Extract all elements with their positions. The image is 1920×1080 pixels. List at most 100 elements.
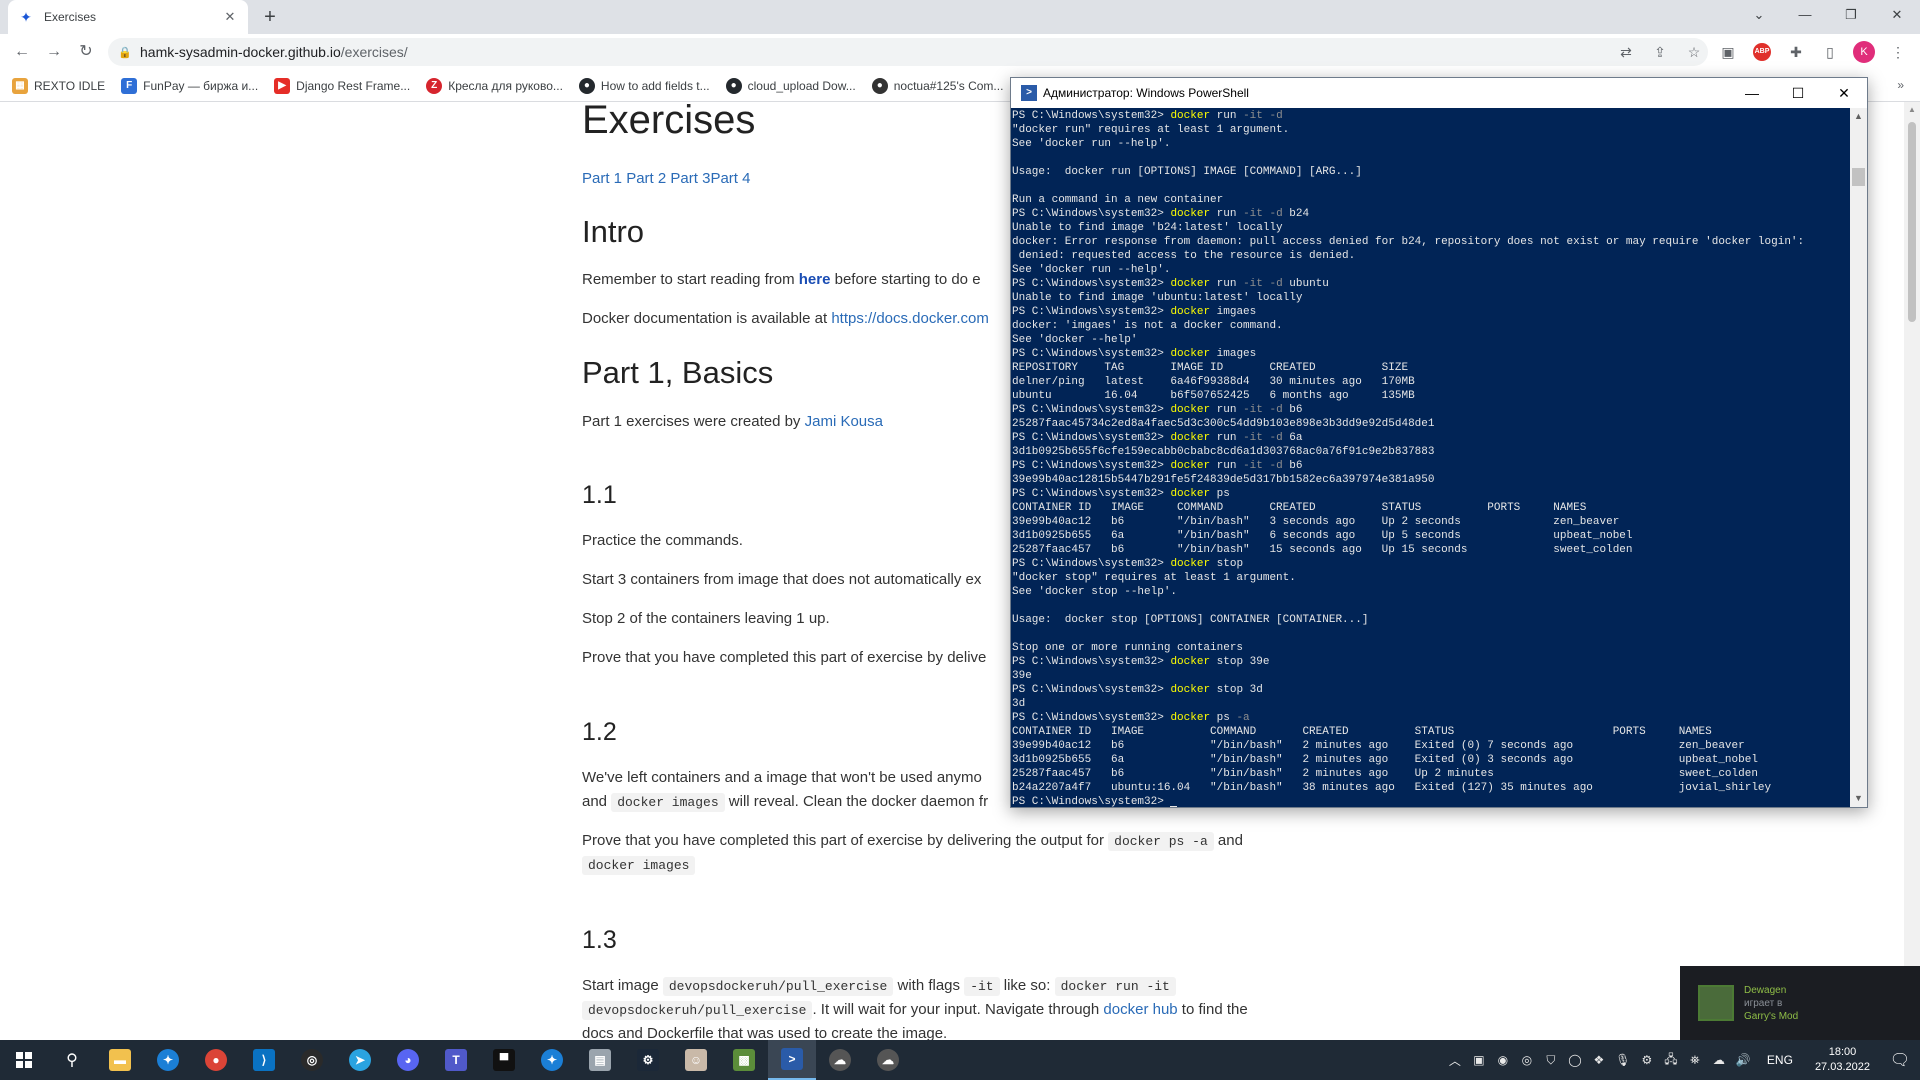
app-icon: ☁ <box>829 1049 851 1071</box>
new-tab-button[interactable]: + <box>258 6 282 30</box>
taskbar-app[interactable]: ● <box>192 1040 240 1080</box>
console-scrollbar[interactable]: ▲ ▼ <box>1850 108 1867 807</box>
shield-icon[interactable]: ⛉ <box>1539 1053 1563 1068</box>
console-scrollbar-thumb[interactable] <box>1852 168 1865 186</box>
page-scrollbar-thumb[interactable] <box>1908 122 1916 322</box>
taskbar-app[interactable]: ☺ <box>672 1040 720 1080</box>
tray-app-icon[interactable]: ❖ <box>1587 1053 1611 1067</box>
browser-tab[interactable]: ✦ Exercises ✕ <box>8 0 248 34</box>
tab-search-icon[interactable]: ⌄ <box>1736 0 1782 30</box>
bookmark-star-icon[interactable]: ☆ <box>1680 38 1708 66</box>
tray-app-icon[interactable]: ◎ <box>1515 1053 1539 1067</box>
onedrive-icon[interactable]: ☁ <box>1707 1053 1731 1067</box>
taskbar-app[interactable]: > <box>768 1040 816 1080</box>
start-button[interactable] <box>0 1040 48 1080</box>
steam-notification[interactable]: Dewagen играет в Garry's Mod <box>1680 966 1920 1040</box>
extension-new-icon[interactable]: ▣ <box>1714 38 1742 66</box>
console-line: PS C:\Windows\system32> docker imgaes <box>1012 306 1257 318</box>
profile-avatar[interactable]: K <box>1853 41 1875 63</box>
here-link[interactable]: here <box>799 271 831 288</box>
part-link[interactable]: Part 2 <box>626 170 666 187</box>
share-icon[interactable]: ⇪ <box>1646 38 1674 66</box>
taskbar-app[interactable]: ▬ <box>96 1040 144 1080</box>
forward-icon[interactable]: → <box>42 40 66 64</box>
taskbar-app[interactable]: ◕ <box>384 1040 432 1080</box>
taskbar-app[interactable]: ☁ <box>864 1040 912 1080</box>
close-tab-icon[interactable]: ✕ <box>222 9 238 25</box>
page-scrollbar[interactable]: ▲ <box>1904 102 1920 1040</box>
console-line: PS C:\Windows\system32> docker stop 39e <box>1012 656 1270 668</box>
steam-icon: ⚙ <box>637 1049 659 1071</box>
translate-icon[interactable]: ⇄ <box>1612 38 1640 66</box>
tray-app-icon[interactable]: ▣ <box>1467 1053 1491 1067</box>
back-icon[interactable]: ← <box>10 40 34 64</box>
side-panel-icon[interactable]: ▯ <box>1816 38 1844 66</box>
docker-hub-link[interactable]: docker hub <box>1103 1001 1177 1018</box>
tray-overflow-icon[interactable]: ︿ <box>1443 1052 1467 1069</box>
close-window-icon[interactable]: ✕ <box>1821 78 1867 108</box>
part-link[interactable]: Part 4 <box>710 170 750 187</box>
notifications-icon[interactable]: 🗨 <box>1880 1050 1920 1070</box>
docker-docs-link[interactable]: https://docs.docker.com <box>831 310 989 327</box>
console-line: Unable to find image 'ubuntu:latest' loc… <box>1012 292 1303 304</box>
maximize-icon[interactable]: ☐ <box>1775 78 1821 108</box>
bookmark-item[interactable]: ● noctua#125's Com... <box>871 77 1003 94</box>
bookmark-item[interactable]: Z Кресла для руково... <box>426 77 563 94</box>
taskbar-app[interactable]: ✦ <box>528 1040 576 1080</box>
parts-nav: Part 1 Part 2 Part 3Part 4 <box>582 167 750 191</box>
bookmark-item[interactable]: F FunPay — биржа и... <box>121 77 258 94</box>
console-output[interactable]: PS C:\Windows\system32> docker run -it -… <box>1011 108 1849 807</box>
powershell-window[interactable]: > Администратор: Windows PowerShell — ☐ … <box>1010 77 1868 808</box>
bookmarks-overflow-icon[interactable]: » <box>1897 78 1904 92</box>
taskbar-app[interactable]: ☁ <box>816 1040 864 1080</box>
taskbar-app[interactable]: ▤ <box>576 1040 624 1080</box>
console-line: PS C:\Windows\system32> docker stop 3d <box>1012 684 1263 696</box>
scroll-down-icon[interactable]: ▼ <box>1850 790 1867 807</box>
reload-icon[interactable]: ↻ <box>74 40 98 64</box>
minimize-icon[interactable]: — <box>1782 0 1828 30</box>
browser-window-controls: ⌄ — ❐ ✕ <box>1736 0 1920 30</box>
extensions-puzzle-icon[interactable]: ✚ <box>1782 38 1810 66</box>
taskbar-app[interactable]: ⟩ <box>240 1040 288 1080</box>
scroll-up-icon[interactable]: ▲ <box>1904 102 1920 118</box>
taskbar-app[interactable]: ▩ <box>720 1040 768 1080</box>
console-line: PS C:\Windows\system32> docker run -it -… <box>1012 208 1310 220</box>
zoon-icon: Z <box>426 77 443 94</box>
scroll-up-icon[interactable]: ▲ <box>1850 108 1867 125</box>
taskbar-app[interactable]: ◎ <box>288 1040 336 1080</box>
console-line: PS C:\Windows\system32> docker ps <box>1012 488 1230 500</box>
menu-dots-icon[interactable]: ⋮ <box>1884 38 1912 66</box>
bookmark-item[interactable]: ● How to add fields t... <box>578 77 710 94</box>
search-icon[interactable]: ⚲ <box>48 1040 96 1080</box>
close-window-icon[interactable]: ✕ <box>1874 0 1920 30</box>
inline-code: docker images <box>611 793 725 812</box>
tray-app-icon[interactable]: ◯ <box>1563 1053 1587 1067</box>
author-link[interactable]: Jami Kousa <box>805 413 883 430</box>
microphone-icon[interactable]: 🎙 <box>1611 1053 1635 1067</box>
taskbar-app[interactable]: ⚙ <box>624 1040 672 1080</box>
part-link[interactable]: Part 1 <box>582 170 622 187</box>
tray-app-icon[interactable]: ⚙ <box>1635 1053 1659 1067</box>
bookmark-item[interactable]: ▶ Django Rest Frame... <box>274 77 410 94</box>
bookmark-item[interactable]: ● cloud_upload Dow... <box>725 77 856 94</box>
taskbar-app[interactable]: T <box>432 1040 480 1080</box>
bookmark-item[interactable]: ▦ REXTO IDLE <box>12 77 105 94</box>
tray-app-icon[interactable]: ◉ <box>1491 1053 1515 1067</box>
taskbar-app[interactable]: ✦ <box>144 1040 192 1080</box>
language-indicator[interactable]: ENG <box>1767 1053 1793 1067</box>
restore-icon[interactable]: ❐ <box>1828 0 1874 30</box>
clock[interactable]: 18:00 27.03.2022 <box>1815 1045 1870 1075</box>
taskbar-app[interactable]: ▀ <box>480 1040 528 1080</box>
address-bar[interactable]: 🔒 hamk-sysadmin-docker.github.io/exercis… <box>108 38 1708 66</box>
minimize-icon[interactable]: — <box>1729 78 1775 108</box>
network-icon[interactable]: 🖧 <box>1659 1050 1683 1071</box>
powershell-titlebar[interactable]: > Администратор: Windows PowerShell — ☐ … <box>1011 78 1867 108</box>
part-link[interactable]: Part 3 <box>670 170 710 187</box>
exercise-text: We've left containers and a image that w… <box>582 769 982 786</box>
adblock-icon[interactable]: ABP <box>1753 43 1771 61</box>
tray-app-icon[interactable]: ⛯ <box>1683 1053 1707 1068</box>
taskbar-app[interactable]: ➤ <box>336 1040 384 1080</box>
volume-icon[interactable]: 🔊 <box>1731 1053 1755 1067</box>
part1-heading: Part 1, Basics <box>582 355 774 390</box>
console-line: PS C:\Windows\system32> docker run -it -… <box>1012 110 1283 122</box>
